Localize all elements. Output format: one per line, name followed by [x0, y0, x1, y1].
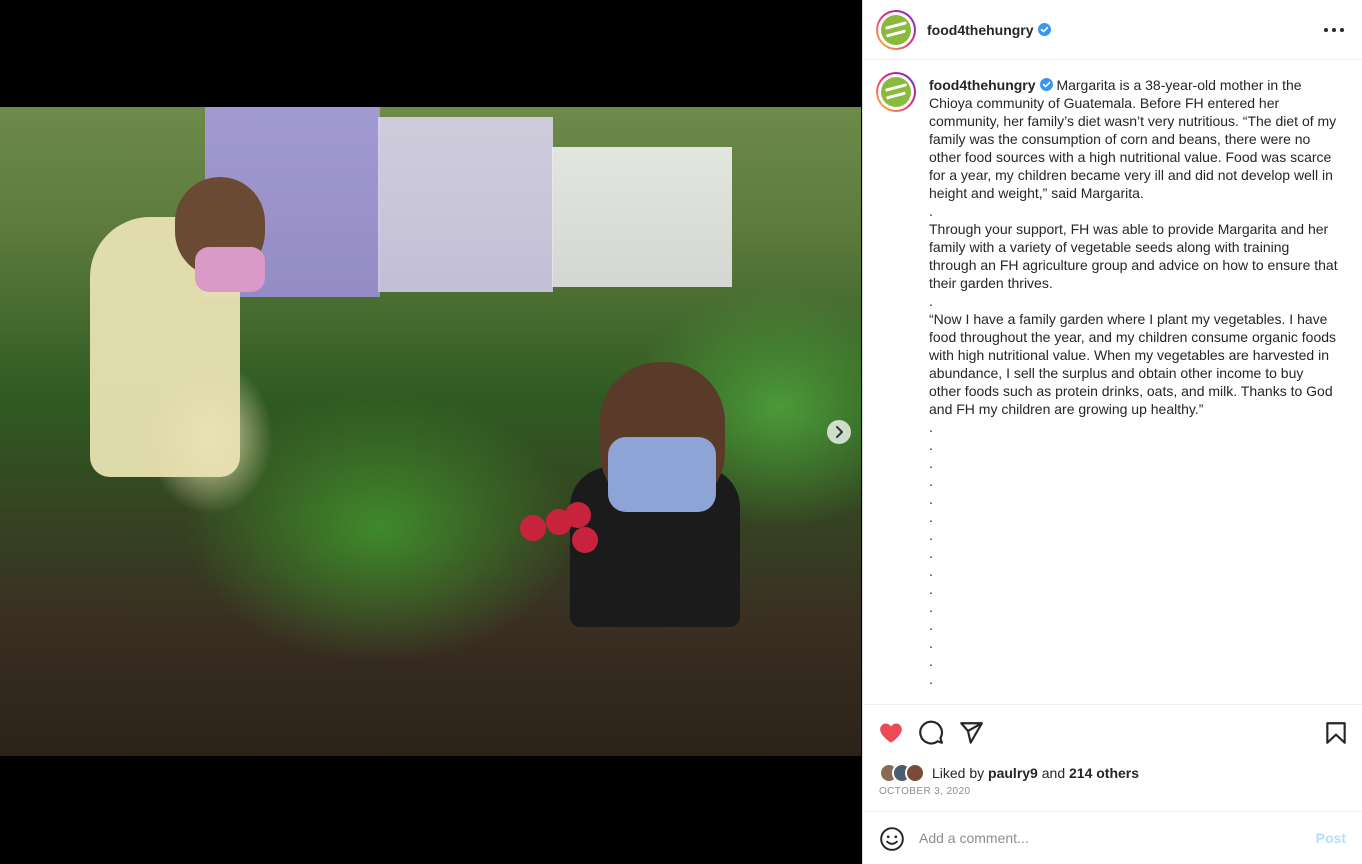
liker-avatar[interactable] [905, 763, 925, 783]
post-side-panel: food4thehungry food4thehungry Margarita … [862, 0, 1362, 864]
caption-avatar[interactable] [876, 72, 916, 112]
post-header: food4thehungry [863, 0, 1362, 60]
comment-icon[interactable] [918, 720, 944, 746]
emoji-icon[interactable] [879, 826, 905, 852]
header-username[interactable]: food4thehungry [927, 22, 1051, 38]
comment-input[interactable] [919, 826, 1299, 850]
photo-woman-mask [195, 247, 265, 292]
likes-joiner: and [1041, 765, 1066, 781]
caption-area: food4thehungry Margarita is a 38-year-ol… [863, 60, 1362, 705]
more-icon [1324, 28, 1328, 32]
photo-boy-mask [608, 437, 716, 512]
brand-logo-icon [881, 14, 911, 45]
comment-bar: Post [863, 811, 1362, 864]
likes-prefix: Liked by [932, 765, 985, 781]
avatar-inner [878, 74, 914, 110]
brand-logo-icon [881, 77, 911, 107]
avatar-inner [878, 11, 914, 48]
likes-text: Liked by paulry9 and 214 others [932, 765, 1139, 781]
more-options-button[interactable] [1324, 20, 1344, 40]
next-arrow-icon [836, 426, 843, 438]
liker-username[interactable]: paulry9 [988, 765, 1038, 781]
caption-text: food4thehungry Margarita is a 38-year-ol… [929, 76, 1339, 688]
post-comment-button[interactable]: Post [1316, 830, 1346, 846]
photo-radish [520, 515, 546, 541]
verified-icon [1037, 22, 1051, 36]
post-date[interactable]: OCTOBER 3, 2020 [879, 786, 970, 797]
likes-summary: Liked by paulry9 and 214 others [879, 762, 1139, 784]
caption-username[interactable]: food4thehungry [929, 77, 1036, 93]
avatar[interactable] [876, 72, 916, 112]
heart-icon[interactable] [878, 720, 904, 746]
more-icon-dot [1340, 28, 1344, 32]
likes-others-link[interactable]: 214 others [1069, 765, 1139, 781]
more-icon-dot [1332, 28, 1336, 32]
share-icon[interactable] [958, 720, 984, 746]
media-panel [0, 0, 862, 864]
action-bar [863, 706, 1362, 758]
bookmark-icon[interactable] [1323, 720, 1349, 746]
next-photo-button[interactable] [827, 420, 851, 444]
photo-radish [572, 527, 598, 553]
photo-tarp-lavender [378, 117, 553, 292]
avatar[interactable] [876, 9, 916, 50]
header-username-text[interactable]: food4thehungry [927, 22, 1034, 38]
photo-radish [565, 502, 591, 528]
photo-tarp-white [552, 147, 732, 287]
caption-body: Margarita is a 38-year-old mother in the… [929, 77, 1338, 687]
post-photo[interactable] [0, 107, 861, 756]
verified-icon [1039, 78, 1053, 91]
instagram-post-modal: food4thehungry food4thehungry Margarita … [0, 0, 1362, 864]
